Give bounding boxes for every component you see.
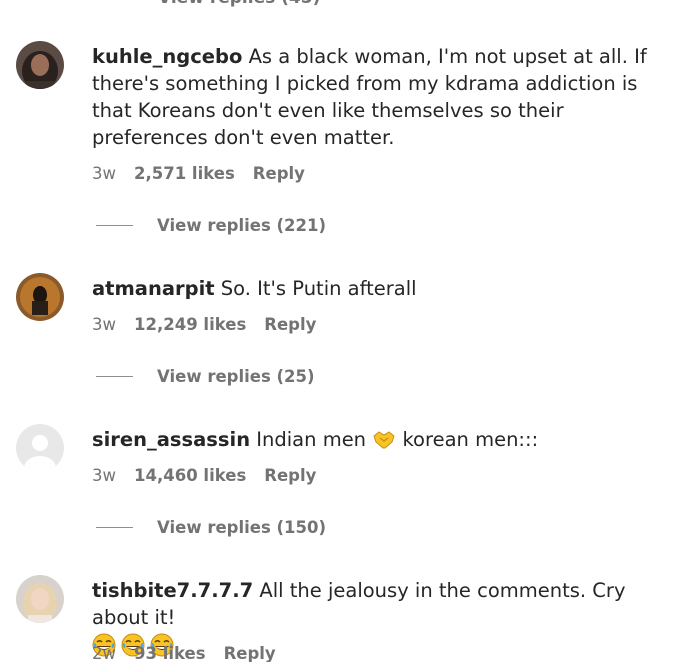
comment-text: Indian men: [256, 428, 367, 451]
reply-button[interactable]: Reply: [264, 315, 316, 334]
profile-photo-icon: [16, 273, 64, 321]
comment-text: korean men:::: [402, 428, 539, 451]
comment-likes[interactable]: 14,460 likes: [134, 466, 246, 485]
reply-button[interactable]: Reply: [253, 164, 305, 183]
replies-divider: [96, 376, 133, 377]
view-replies-button[interactable]: View replies (150): [96, 518, 326, 537]
replies-divider: [96, 225, 133, 226]
reply-button[interactable]: Reply: [264, 466, 316, 485]
view-replies-label: View replies (221): [157, 216, 327, 235]
handshake-emoji-icon: [372, 428, 396, 457]
comment-text: So. It's Putin afterall: [220, 277, 417, 300]
comment-meta: 3w 14,460 likes Reply: [92, 466, 316, 485]
view-replies-label: View replies (25): [157, 367, 315, 386]
comment-likes[interactable]: 93 likes: [134, 644, 206, 662]
comment-meta: 3w 2,571 likes Reply: [92, 164, 305, 183]
comment-likes[interactable]: 12,249 likes: [134, 315, 246, 334]
comment-time[interactable]: 3w: [92, 164, 116, 183]
comment-username[interactable]: kuhle_ngcebo: [92, 45, 242, 68]
comment-username[interactable]: tishbite7.7.7.7: [92, 579, 253, 602]
avatar[interactable]: [16, 41, 64, 89]
comment-body: kuhle_ngcebo As a black woman, I'm not u…: [92, 43, 677, 151]
view-replies-button[interactable]: View replies (221): [96, 216, 326, 235]
reply-button[interactable]: Reply: [224, 644, 276, 662]
default-avatar-icon: [16, 424, 64, 472]
view-replies-button[interactable]: View replies (25): [96, 367, 315, 386]
avatar[interactable]: [16, 273, 64, 321]
view-replies-label: View replies (150): [157, 518, 327, 537]
comment-meta: 2w 93 likes Reply: [92, 644, 276, 662]
comment-body: siren_assassin Indian men korean men:::: [92, 426, 677, 457]
avatar[interactable]: [16, 424, 64, 472]
comment-username[interactable]: siren_assassin: [92, 428, 250, 451]
comment-meta: 3w 12,249 likes Reply: [92, 315, 316, 334]
avatar[interactable]: [16, 575, 64, 623]
comment-body: atmanarpit So. It's Putin afterall: [92, 275, 677, 302]
replies-divider: [96, 527, 133, 528]
comment-likes[interactable]: 2,571 likes: [134, 164, 235, 183]
profile-photo-icon: [16, 41, 64, 89]
comment-time[interactable]: 3w: [92, 466, 116, 485]
comment-time[interactable]: 2w: [92, 644, 116, 662]
view-replies-partial[interactable]: View replies (45): [158, 0, 320, 8]
profile-photo-icon: [16, 575, 64, 623]
comment-username[interactable]: atmanarpit: [92, 277, 215, 300]
comment-time[interactable]: 3w: [92, 315, 116, 334]
